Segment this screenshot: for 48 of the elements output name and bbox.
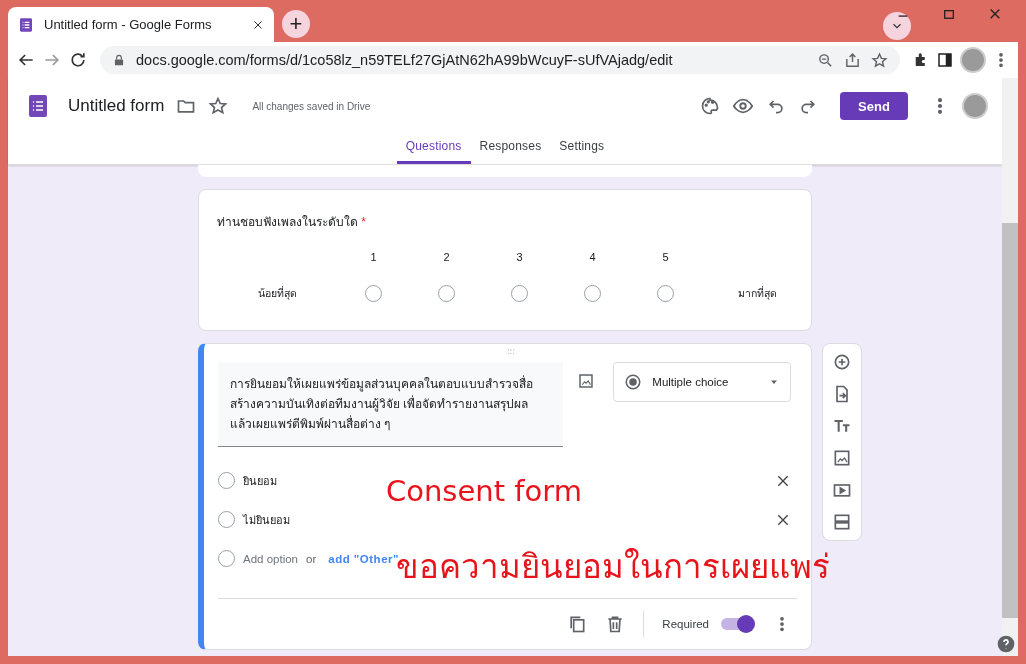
browser-tab[interactable]: Untitled form - Google Forms <box>8 7 274 42</box>
annotation-text: Consent form <box>386 474 582 508</box>
close-icon[interactable] <box>252 18 264 31</box>
scale-label: มากที่สุด <box>737 285 777 302</box>
forms-icon <box>18 16 34 33</box>
tab[interactable]: Settings <box>550 139 614 164</box>
required-label: Required <box>662 618 709 630</box>
palette-icon[interactable] <box>700 96 720 116</box>
avatar[interactable] <box>962 93 988 119</box>
tab[interactable]: Responses <box>470 139 551 164</box>
question-title: ท่านชอบฟังเพลงในระดับใด * <box>216 214 367 231</box>
star-icon[interactable] <box>871 51 888 69</box>
scale-number: 5 <box>662 251 669 263</box>
option-label[interactable]: ไม่ยินยอม <box>243 510 767 529</box>
section-icon[interactable] <box>832 512 852 532</box>
lock-icon <box>112 53 126 67</box>
add-icon[interactable] <box>832 352 852 372</box>
help-icon[interactable] <box>996 634 1016 654</box>
scrollbar[interactable] <box>1002 78 1018 656</box>
radio-selected-icon <box>624 373 643 391</box>
share-icon[interactable] <box>844 51 861 69</box>
side-panel-icon[interactable] <box>936 51 954 69</box>
save-status: All changes saved in Drive <box>252 100 372 112</box>
send-button[interactable]: Send <box>840 92 908 120</box>
scale-label: น้อยที่สุด <box>257 285 297 302</box>
address-bar[interactable]: docs.google.com/forms/d/1co58lz_n59TELf27GjAtN62hA99bWcuyF-sUfVAjadg/edit <box>100 46 900 74</box>
tab-search-button[interactable] <box>883 12 911 40</box>
image-icon[interactable] <box>832 448 852 468</box>
star-icon[interactable] <box>208 96 229 116</box>
required-toggle[interactable] <box>721 614 755 634</box>
form-title[interactable]: Untitled form <box>68 96 165 116</box>
scale-number: 1 <box>370 251 377 263</box>
reload-icon[interactable] <box>68 50 88 70</box>
scale-number: 3 <box>516 251 523 263</box>
zoom-icon[interactable] <box>817 51 834 69</box>
add-option-field[interactable]: Add option <box>243 552 298 565</box>
scale-number: 4 <box>589 251 596 263</box>
avatar[interactable] <box>960 47 986 73</box>
new-tab-button[interactable]: + <box>282 10 310 38</box>
copy-icon[interactable] <box>567 614 588 634</box>
annotation-text: ขอความยินยอมในการเผยแพร่ <box>396 546 830 588</box>
question-title-field[interactable]: การยินยอมให้เผยแพร่ข้อมูลส่วนบุคคลในตอบแบบสำรวจสื่อสร้างความบันเทิงต่อทีมงานผู้วิจัย เพื่อจัดทำรายงานสรุปผล แล้วเผยแพร่ตีพิมพ์ผ่านสื่อต่าง ๆ <box>218 362 564 447</box>
tab-title: Untitled form - Google Forms <box>44 17 213 32</box>
or-text: or <box>306 552 317 565</box>
scale-number: 2 <box>443 251 450 263</box>
url-text: docs.google.com/forms/d/1co58lz_n59TELf27GjAtN62hA99bWcuyF-sUfVAjadg/edit <box>136 52 674 68</box>
question-type-dropdown[interactable]: Multiple choice <box>613 362 791 402</box>
image-icon[interactable] <box>577 372 596 390</box>
